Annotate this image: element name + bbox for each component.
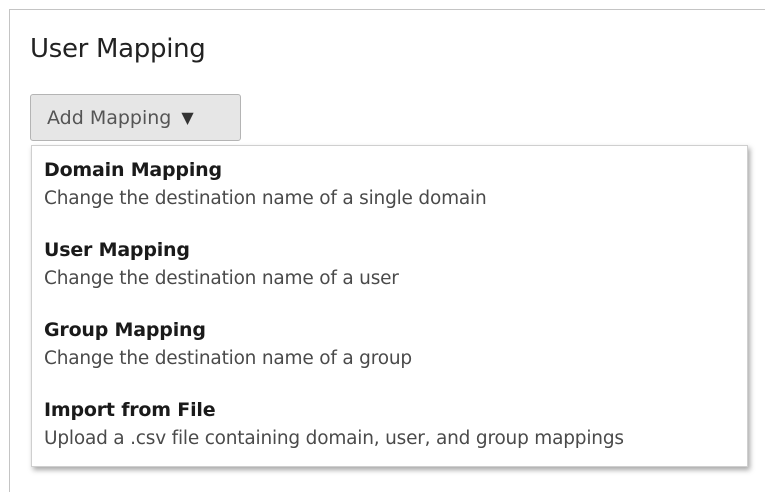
page-title: User Mapping — [30, 34, 206, 64]
add-mapping-button-label: Add Mapping — [47, 106, 172, 129]
menu-item-title: Group Mapping — [44, 319, 206, 341]
panel-top-border — [10, 9, 765, 10]
menu-item-import-from-file[interactable]: Import from File Upload a .csv file cont… — [32, 386, 747, 466]
add-mapping-button[interactable]: Add Mapping ▼ — [30, 94, 241, 141]
user-mapping-panel: User Mapping Add Mapping ▼ Domain Mappin… — [0, 0, 765, 492]
menu-item-description: Upload a .csv file containing domain, us… — [44, 428, 624, 449]
panel-left-border — [9, 9, 10, 492]
menu-item-title: User Mapping — [44, 239, 190, 261]
menu-item-group-mapping[interactable]: Group Mapping Change the destination nam… — [32, 306, 747, 386]
add-mapping-dropdown-menu: Domain Mapping Change the destination na… — [31, 145, 748, 467]
menu-item-user-mapping[interactable]: User Mapping Change the destination name… — [32, 226, 747, 306]
menu-item-description: Change the destination name of a user — [44, 268, 399, 289]
menu-item-description: Change the destination name of a single … — [44, 188, 487, 209]
menu-item-description: Change the destination name of a group — [44, 348, 412, 369]
menu-item-title: Domain Mapping — [44, 159, 222, 181]
menu-item-title: Import from File — [44, 399, 216, 421]
triangle-down-icon: ▼ — [181, 107, 194, 127]
menu-item-domain-mapping[interactable]: Domain Mapping Change the destination na… — [32, 146, 747, 226]
